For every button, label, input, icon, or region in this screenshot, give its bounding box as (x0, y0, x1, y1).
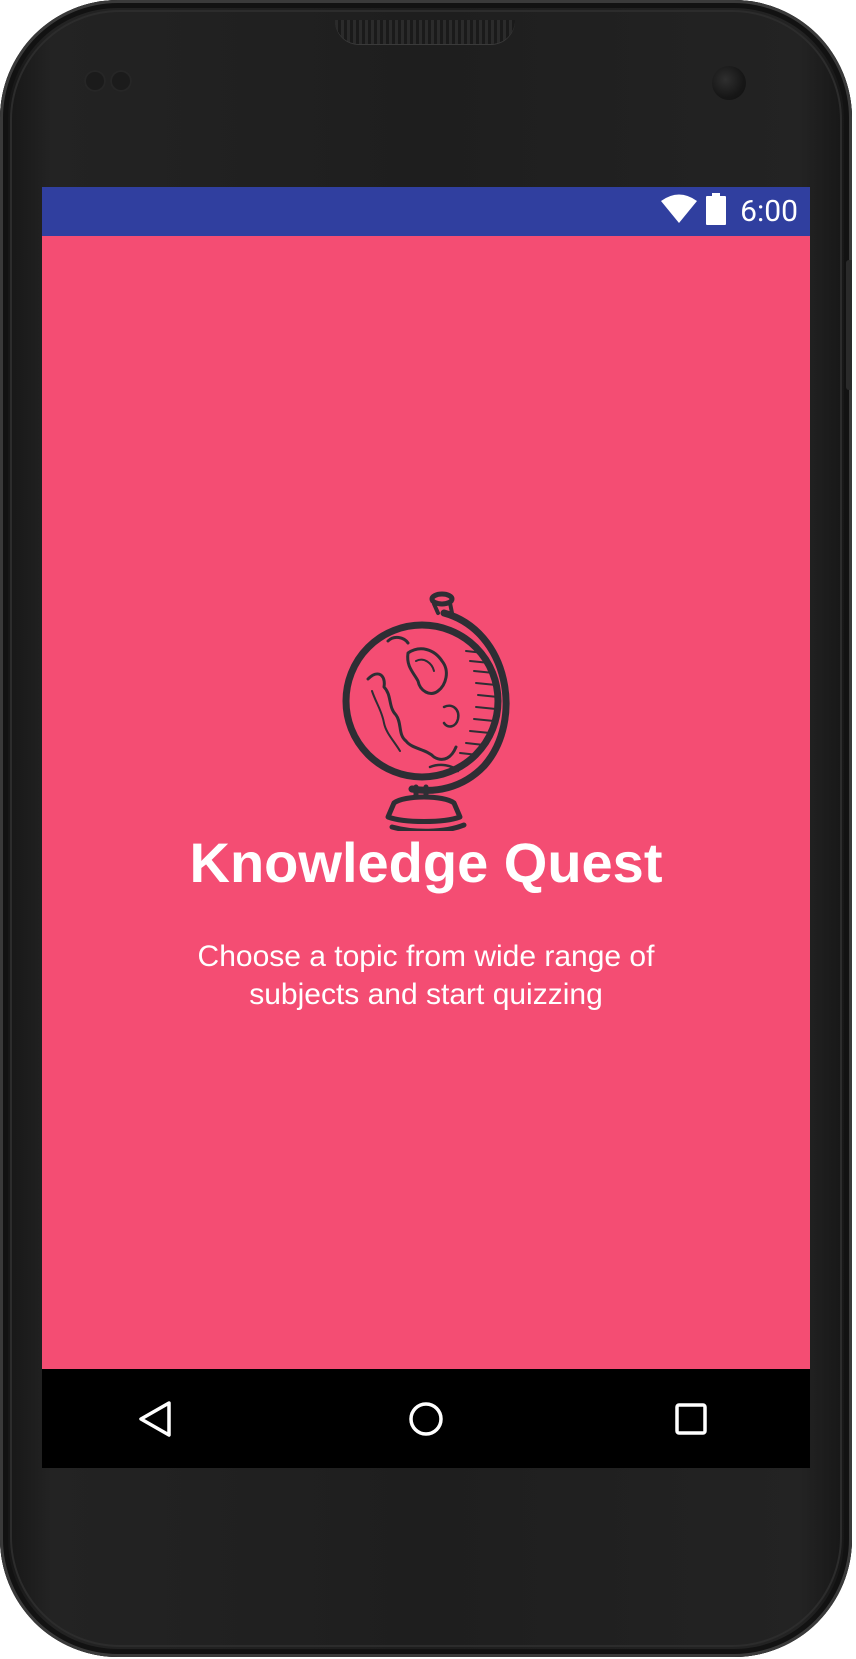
phone-device-frame: 6:00 Knowledge Quest Choose a topic from… (0, 0, 852, 1657)
back-icon[interactable] (132, 1396, 178, 1442)
battery-icon (706, 193, 727, 230)
wifi-icon (660, 194, 698, 229)
power-button[interactable] (846, 260, 852, 390)
status-bar: 6:00 (42, 187, 810, 236)
splash-screen: Knowledge Quest Choose a topic from wide… (42, 236, 810, 1369)
globe-icon (334, 591, 534, 834)
app-title: Knowledge Quest (189, 831, 663, 894)
status-icons: 6:00 (660, 193, 798, 230)
front-camera (712, 66, 746, 100)
earpiece-speaker (335, 20, 515, 44)
status-clock: 6:00 (740, 194, 798, 229)
light-sensor (110, 70, 132, 92)
device-screen: 6:00 Knowledge Quest Choose a topic from… (42, 187, 810, 1468)
app-subtitle: Choose a topic from wide range of subjec… (197, 940, 655, 1011)
home-icon[interactable] (403, 1396, 449, 1442)
recents-icon[interactable] (668, 1396, 714, 1442)
navigation-bar (42, 1369, 810, 1468)
proximity-sensor (84, 70, 106, 92)
